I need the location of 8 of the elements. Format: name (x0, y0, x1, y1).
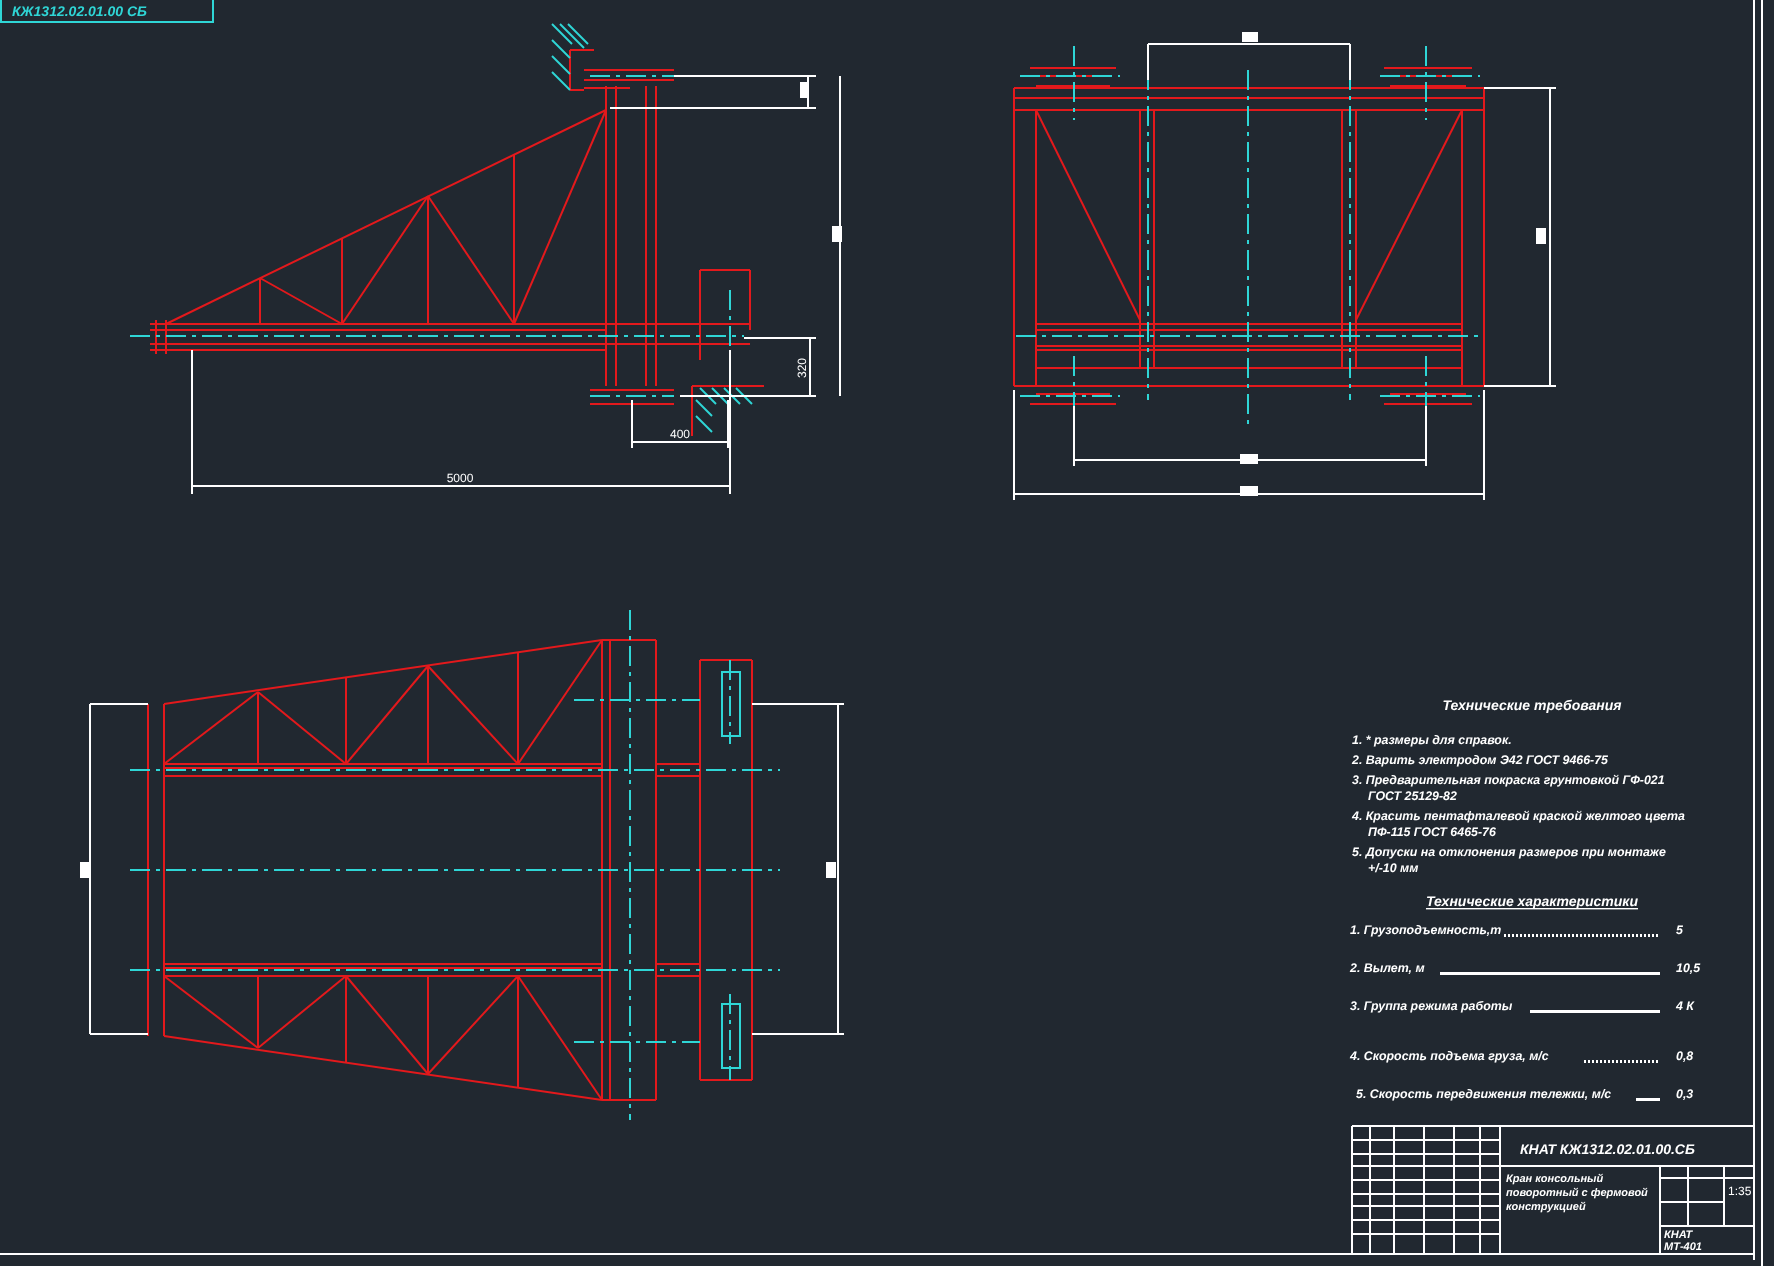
dimension-value-mark (826, 862, 836, 878)
dimension-value-mark (1240, 454, 1258, 464)
dimension-value-mark (1536, 228, 1546, 244)
dimension-value-mark (800, 82, 808, 98)
dimension-value-mark (80, 862, 90, 878)
dimension-value-mark (1242, 32, 1258, 42)
dimension-value-mark (832, 226, 842, 242)
dimension-value-mark (1240, 486, 1258, 496)
